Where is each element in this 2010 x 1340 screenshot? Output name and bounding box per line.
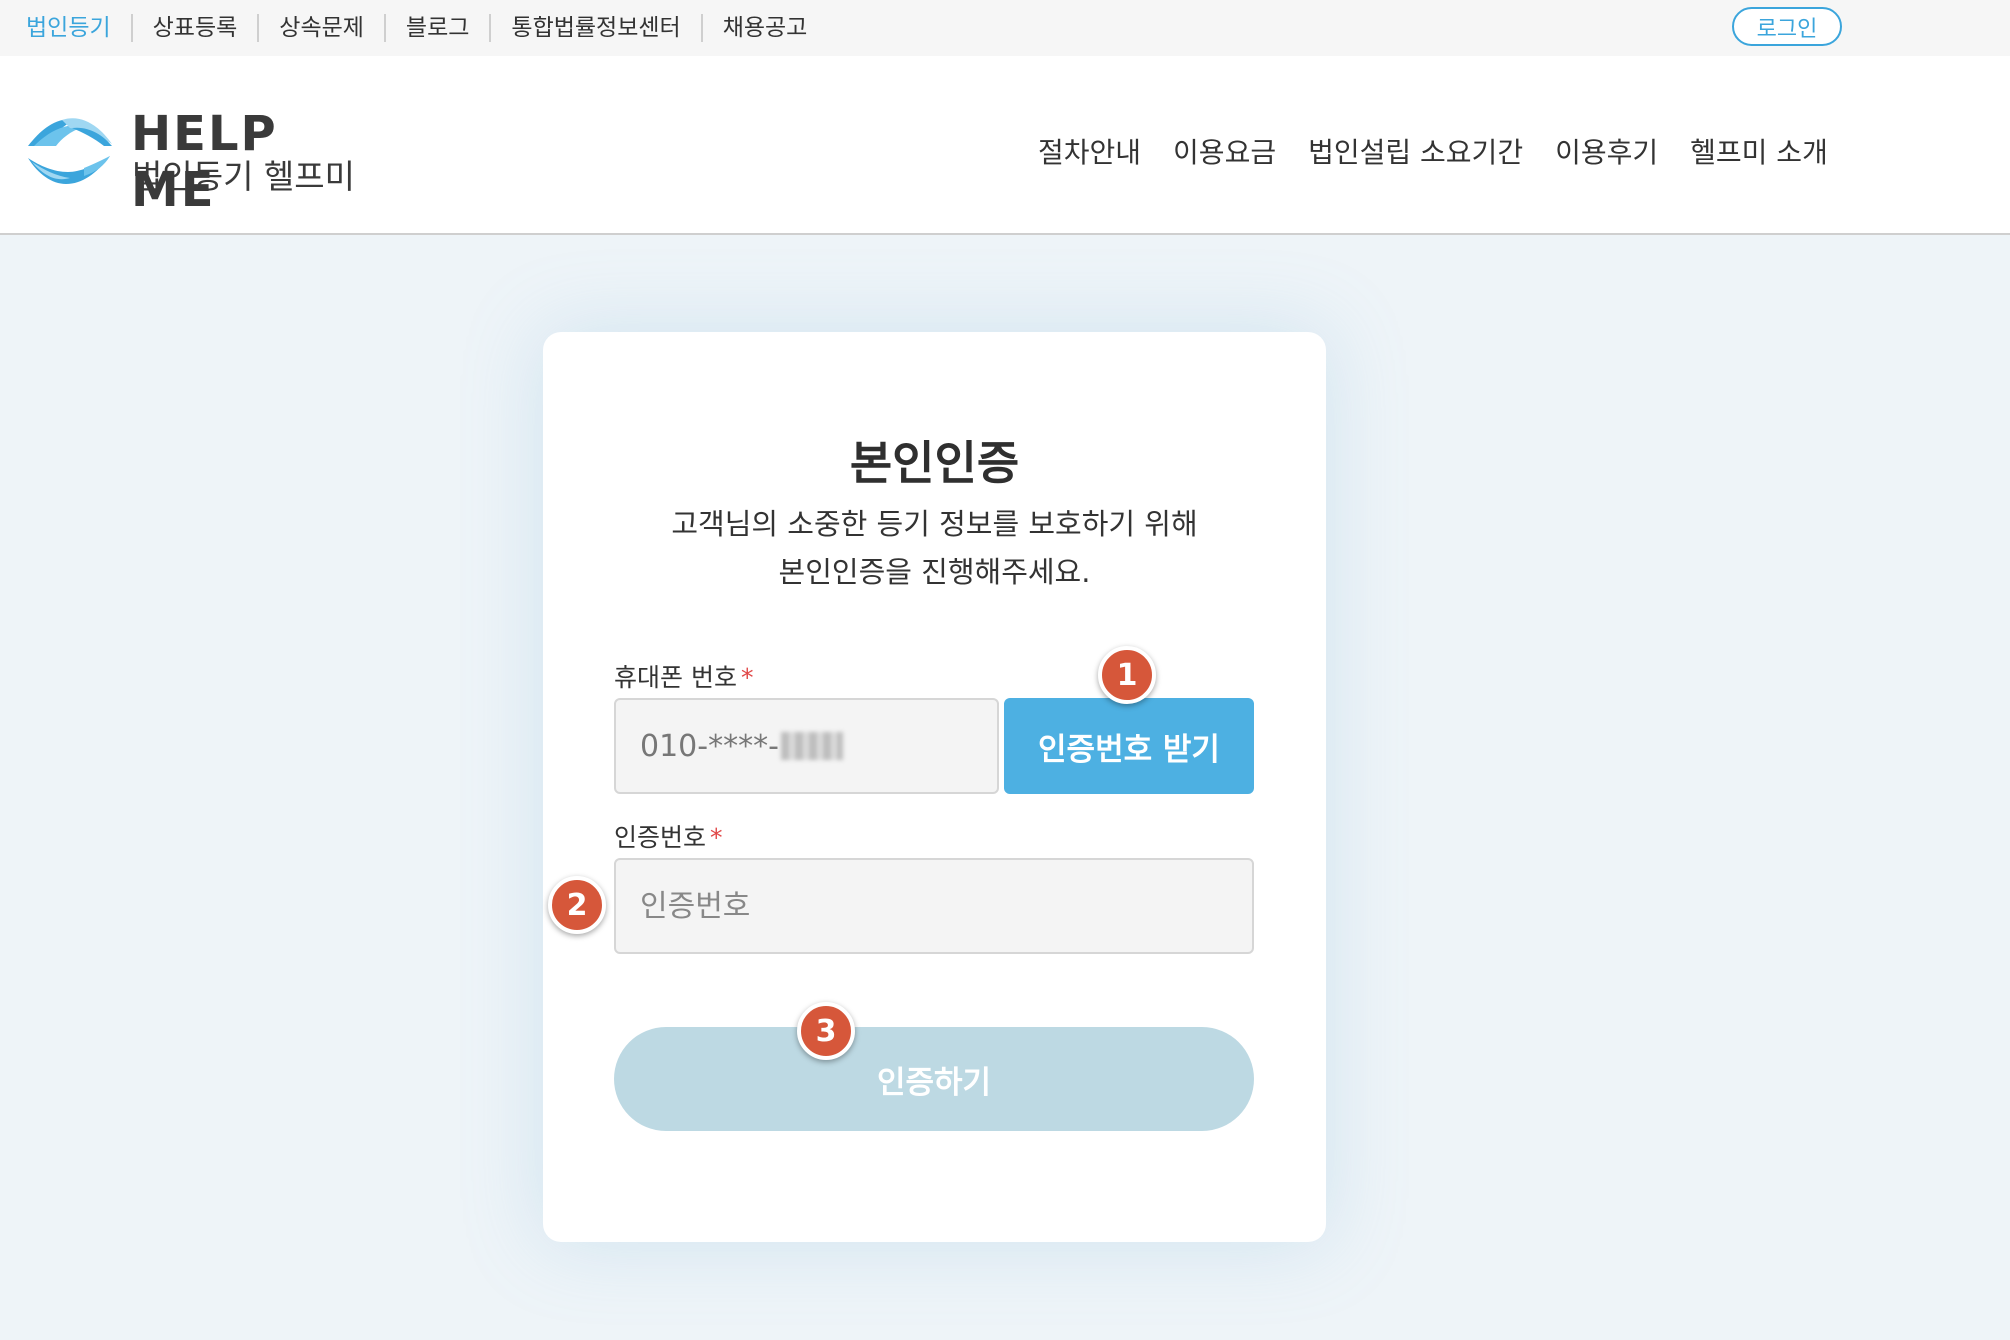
subtitle-line-2: 본인인증을 진행해주세요. <box>778 555 1091 589</box>
helpme-wave-logo-icon <box>28 118 112 184</box>
top-link-careers[interactable]: 채용공고 <box>700 14 828 42</box>
top-link-corporate-registry[interactable]: 법인등기 <box>11 14 131 42</box>
top-link-blog[interactable]: 블로그 <box>383 14 489 42</box>
top-link-trademark[interactable]: 상표등록 <box>130 14 258 42</box>
login-button[interactable]: 로그인 <box>1732 7 1842 46</box>
page-title: 본인인증 <box>849 436 1020 490</box>
nav-item-procedure[interactable]: 절차안내 <box>1038 131 1141 171</box>
nav-item-pricing[interactable]: 이용요금 <box>1173 131 1276 171</box>
verify-button[interactable]: 인증하기 <box>614 1027 1254 1131</box>
request-code-button[interactable]: 인증번호 받기 <box>1004 698 1254 794</box>
masked-digits <box>780 732 843 760</box>
logo-text-ko: 법인등기 헬프미 <box>132 157 356 196</box>
phone-label-text: 휴대폰 번호 <box>614 663 737 692</box>
main-nav: 절차안내 이용요금 법인설립 소요기간 이용후기 헬프미 소개 <box>1022 126 1844 176</box>
subtitle-line-1: 고객님의 소중한 등기 정보를 보호하기 위해 <box>671 507 1198 541</box>
site-header: HELP ME 법인등기 헬프미 절차안내 이용요금 법인설립 소요기간 이용후… <box>0 56 2010 235</box>
required-mark: * <box>710 823 723 852</box>
page-subtitle: 고객님의 소중한 등기 정보를 보호하기 위해 본인인증을 진행해주세요. <box>543 500 1326 596</box>
top-link-legal-info-center[interactable]: 통합법률정보센터 <box>489 14 700 42</box>
top-nav: 법인등기 상표등록 상속문제 블로그 통합법률정보센터 채용공고 <box>11 0 827 56</box>
step-marker-1: 1 <box>1098 646 1156 704</box>
required-mark: * <box>740 663 754 692</box>
auth-card: 본인인증 고객님의 소중한 등기 정보를 보호하기 위해 본인인증을 진행해주세… <box>543 332 1326 1242</box>
nav-item-reviews[interactable]: 이용후기 <box>1555 131 1658 171</box>
code-label-text: 인증번호 <box>614 823 707 852</box>
logo[interactable]: HELP ME 법인등기 헬프미 <box>24 106 364 218</box>
phone-field[interactable]: 010-****- <box>614 698 999 794</box>
nav-item-duration[interactable]: 법인설립 소요기간 <box>1308 131 1523 171</box>
code-input[interactable] <box>614 858 1254 954</box>
step-marker-3: 3 <box>797 1002 855 1060</box>
top-utility-bar: 법인등기 상표등록 상속문제 블로그 통합법률정보센터 채용공고 로그인 <box>0 0 2010 56</box>
code-label: 인증번호 * <box>614 818 723 854</box>
phone-value: 010-****- <box>640 728 779 764</box>
main-content: 본인인증 고객님의 소중한 등기 정보를 보호하기 위해 본인인증을 진행해주세… <box>0 235 2010 1340</box>
top-link-inheritance[interactable]: 상속문제 <box>257 14 384 42</box>
nav-item-about[interactable]: 헬프미 소개 <box>1690 131 1828 171</box>
phone-label: 휴대폰 번호 * <box>614 658 753 694</box>
step-marker-2: 2 <box>548 876 606 934</box>
